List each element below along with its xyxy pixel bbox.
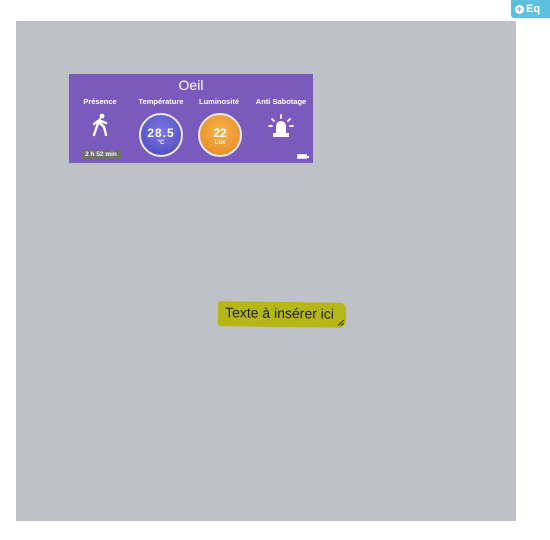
temperature-value: 28.5 (147, 126, 175, 140)
plus-circle-icon: + (515, 3, 524, 14)
presence-label: Présence (83, 97, 117, 106)
luminosity-command[interactable]: Luminosité (188, 97, 250, 107)
walking-person-icon (92, 113, 108, 137)
design-canvas[interactable]: Oeil Présence 2 h 52 min Température 28.… (16, 21, 516, 521)
temperature-gauge: 28.5 °C (139, 113, 183, 157)
battery-icon (297, 154, 309, 159)
anti-sabotage-command[interactable]: Anti Sabotage (250, 97, 312, 139)
alarm-siren-icon (268, 114, 294, 137)
add-equipment-button[interactable]: + Eq (511, 0, 550, 18)
temperature-command[interactable]: Température (130, 97, 192, 107)
presence-duration: 2 h 52 min (81, 150, 121, 160)
widget-title: Oeil (178, 77, 204, 93)
temperature-label: Température (138, 97, 184, 106)
text-widget-content: Texte à insérer ici (224, 304, 335, 322)
add-equipment-label: Eq (526, 3, 541, 15)
temperature-unit: °C (157, 140, 165, 146)
presence-command[interactable]: Présence (71, 97, 129, 137)
resize-handle-icon[interactable] (337, 319, 344, 326)
luminosity-gauge: 22 Lux (198, 113, 242, 157)
luminosity-unit: Lux (214, 140, 226, 146)
luminosity-label: Luminosité (198, 97, 239, 106)
luminosity-value: 22 (213, 126, 227, 140)
anti-sabotage-label: Anti Sabotage (255, 97, 307, 106)
text-widget[interactable]: Texte à insérer ici (217, 301, 347, 328)
equipment-widget-oeil[interactable]: Oeil Présence 2 h 52 min Température 28.… (69, 74, 313, 163)
